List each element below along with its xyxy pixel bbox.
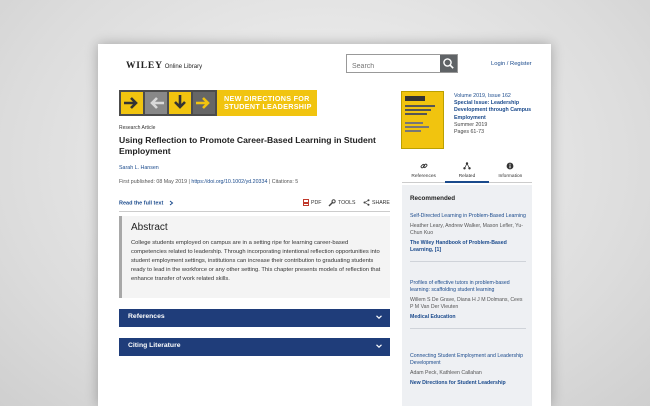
arrow-left-icon	[145, 92, 167, 114]
chevron-down-icon	[376, 315, 382, 320]
tab-references-label: References	[411, 174, 436, 179]
tab-information-label: Information	[498, 174, 523, 179]
recommended-title-link[interactable]: Self-Directed Learning in Problem-Based …	[410, 213, 526, 220]
chevron-down-icon	[376, 344, 382, 349]
recommended-authors: Adam Peck, Kathleen Callahan	[410, 370, 482, 376]
share-label: SHARE	[372, 199, 390, 206]
citations-count[interactable]: Citations: 5	[272, 179, 299, 185]
recommended-heading: Recommended	[410, 195, 456, 202]
divider	[410, 328, 526, 329]
network-icon	[463, 162, 471, 170]
read-full-text-label: Read the full text	[119, 200, 164, 207]
wiley-logo[interactable]: WILEY Online Library	[126, 61, 202, 71]
issue-pages: Pages 61-73	[454, 129, 485, 136]
share-icon	[363, 199, 370, 206]
meta-separator: |	[188, 179, 190, 185]
divider	[410, 261, 526, 262]
wrench-icon	[328, 199, 336, 207]
first-published-label: First published:	[119, 179, 155, 185]
tab-related-label: Related	[458, 174, 476, 179]
search-box	[346, 54, 458, 74]
first-published-date: 08 May 2019	[156, 179, 188, 185]
issue-info: Volume 2019, Issue 162 Special Issue: Le…	[454, 93, 546, 136]
article-title: Using Reflection to Promote Career-Based…	[119, 135, 376, 156]
search-button[interactable]	[440, 55, 457, 72]
tab-information[interactable]: Information	[488, 160, 532, 183]
share-button[interactable]: SHARE	[363, 199, 390, 206]
recommended-panel: Recommended Self-Directed Learning in Pr…	[402, 185, 532, 406]
arrow-right-icon	[121, 92, 143, 114]
issue-season: Summer 2019	[454, 121, 488, 128]
logo-brand: WILEY	[126, 61, 163, 71]
abstract-text: College students employed on campus are …	[131, 240, 381, 282]
special-issue-title[interactable]: Special Issue: Leadership Development th…	[454, 100, 546, 122]
journal-banner[interactable]: NEW DIRECTIONS FOR STUDENT LEADERSHIP	[119, 90, 317, 116]
recommended-journal-link[interactable]: Medical Education	[410, 314, 526, 321]
list-item: Profiles of effective tutors in problem-…	[410, 280, 526, 329]
tools-button[interactable]: TOOLS	[328, 199, 356, 207]
abstract-section: Abstract College students employed on ca…	[119, 216, 390, 298]
meta-separator: |	[268, 179, 271, 185]
citing-literature-accordion[interactable]: Citing Literature	[119, 338, 390, 356]
author-link[interactable]: Sarah L. Hansen	[119, 165, 159, 171]
arrow-right-dark-icon	[193, 92, 215, 114]
pdf-icon	[303, 199, 309, 206]
citing-literature-label: Citing Literature	[128, 342, 181, 349]
recommended-title-link[interactable]: Profiles of effective tutors in problem-…	[410, 280, 526, 294]
abstract-heading: Abstract	[131, 222, 168, 233]
references-accordion-label: References	[128, 313, 165, 320]
tools-label: TOOLS	[338, 200, 356, 206]
sidebar-tabs: References Related Information	[402, 160, 532, 183]
pdf-label: PDF	[311, 199, 322, 206]
list-item: Self-Directed Learning in Problem-Based …	[410, 213, 526, 262]
divider	[119, 211, 390, 212]
arrow-down-icon	[169, 92, 191, 114]
tab-references[interactable]: References	[402, 160, 446, 183]
link-icon	[420, 163, 428, 169]
recommended-title-link[interactable]: Connecting Student Employment and Leader…	[410, 353, 526, 367]
recommended-journal-link[interactable]: New Directions for Student Leadership	[410, 380, 526, 387]
search-icon	[443, 58, 454, 69]
search-input[interactable]	[352, 59, 438, 74]
journal-title-line2: STUDENT LEADERSHIP	[224, 102, 312, 111]
chevron-right-icon	[169, 200, 174, 206]
read-full-text-link[interactable]: Read the full text	[119, 200, 174, 206]
recommended-authors: Heather Leary, Andrew Walker, Mason Lefl…	[410, 223, 523, 236]
logo-subtitle: Online Library	[164, 64, 203, 70]
login-register-link[interactable]: Login / Register	[491, 61, 532, 67]
publication-meta: First published: 08 May 2019 | https://d…	[119, 179, 298, 185]
article-page: WILEYOnline Library Login / Register NEW…	[98, 44, 551, 406]
article-type: Research Article	[119, 125, 156, 131]
journal-arrows-graphic	[119, 90, 217, 116]
pdf-button[interactable]: PDF	[303, 199, 321, 206]
volume-issue-link[interactable]: Volume 2019, Issue 162	[454, 93, 546, 100]
journal-cover-image[interactable]	[401, 91, 444, 149]
info-icon	[506, 162, 514, 170]
list-item: Connecting Student Employment and Leader…	[410, 353, 526, 387]
recommended-authors: Willem S De Grave, Diana H J M Dolmans, …	[410, 297, 523, 310]
journal-banner-title: NEW DIRECTIONS FOR STUDENT LEADERSHIP	[217, 90, 312, 116]
tab-related[interactable]: Related	[445, 160, 489, 183]
recommended-journal-link[interactable]: The Wiley Handbook of Problem-Based Lear…	[410, 240, 526, 254]
references-accordion[interactable]: References	[119, 309, 390, 327]
doi-link[interactable]: https://doi.org/10.1002/yd.20334	[191, 179, 267, 185]
